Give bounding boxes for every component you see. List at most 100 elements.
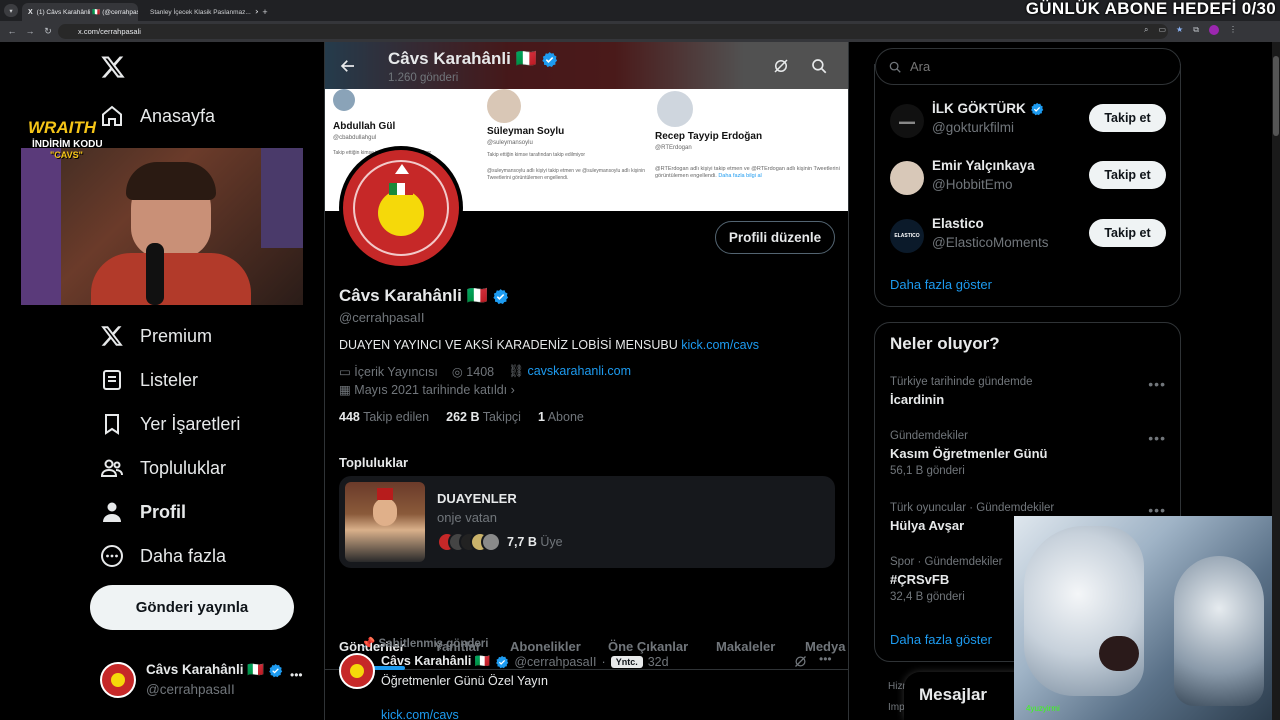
community-figure <box>373 498 397 526</box>
meta-joined[interactable]: ▦ Mayıs 2021 tarihinde katıldı › <box>339 382 515 397</box>
avatar[interactable] <box>339 653 375 689</box>
tab-highlights[interactable]: Öne Çıkanlar <box>608 639 688 654</box>
nav-item-bookmarks[interactable]: Yer İşaretleri <box>100 409 240 439</box>
browser-tab[interactable]: Stanley İçecek Klasik Paslanmaz... ✕ <box>140 3 258 21</box>
bio-link[interactable]: kick.com/cavs <box>681 338 759 352</box>
pikachu-icon <box>378 190 424 236</box>
trend-item[interactable]: Gündemdekiler Kasım Öğretmenler Günü 56,… <box>890 430 1170 477</box>
suggestion-name: İLK GÖKTÜRK <box>932 101 1044 116</box>
following-link[interactable]: 448 Takip edilen <box>339 410 429 424</box>
suggestion-name: Elastico <box>932 216 984 231</box>
pin-icon: 📌 <box>361 638 376 650</box>
nav-item-communities[interactable]: Topluluklar <box>100 453 226 483</box>
zoom-icon[interactable]: ⌕ <box>1144 25 1148 37</box>
avatar <box>333 89 355 111</box>
profile-icon <box>100 500 124 524</box>
post-header: Câvs Karahânli 🇮🇹 @cerrahpasaII · Yntc. … <box>381 654 669 669</box>
bookmark-icon <box>100 412 124 436</box>
extensions-icon[interactable]: ⧉ <box>1193 25 1199 37</box>
address-bar[interactable]: x.com/cerrahpasali <box>58 24 1168 39</box>
messages-title: Mesajlar <box>919 685 988 704</box>
location-icon: ◎ <box>451 365 463 379</box>
post-handle: @cerrahpasaII <box>514 654 597 669</box>
webcam-light <box>261 148 303 248</box>
lion-mouth <box>1099 636 1139 671</box>
browser-extensions: ⌕ ▭ ★ ⧉ ⋮ <box>1144 25 1274 37</box>
show-more-link[interactable]: Daha fazla göster <box>890 632 992 647</box>
calendar-icon: ▦ <box>339 383 351 397</box>
suggestion-handle: @ElasticoMoments <box>932 235 1049 250</box>
followers-link[interactable]: 262 B Takipçi <box>446 410 521 424</box>
banner-handle: @suleymansoylu <box>487 140 533 146</box>
webcam-light <box>21 148 61 305</box>
pikachu-icon <box>350 664 364 678</box>
star-icon[interactable]: ★ <box>1176 25 1183 37</box>
new-tab-button[interactable]: + <box>258 3 272 21</box>
profile-name: Câvs Karahânli 🇮🇹 <box>339 286 509 306</box>
browser-tab-active[interactable]: X (1) Câvs Karahânli 🇮🇹 (@cerrahpasaII) … <box>22 3 138 21</box>
post-author[interactable]: Câvs Karahânli 🇮🇹 <box>381 654 490 669</box>
nav-item-profile[interactable]: Profil <box>100 497 186 527</box>
trend-more-icon[interactable]: ••• <box>1148 376 1166 392</box>
follow-button[interactable]: Takip et <box>1089 219 1166 247</box>
trend-meta: Türk oyuncular · Gündemdekiler <box>890 502 1055 514</box>
profile-icon-browser[interactable] <box>1208 25 1219 35</box>
tab-articles[interactable]: Makaleler <box>716 639 775 654</box>
avatar <box>100 662 136 698</box>
tab-subscriptions[interactable]: Abonelikler <box>510 639 581 654</box>
grok-icon[interactable] <box>772 57 790 75</box>
cast-icon[interactable]: ▭ <box>1158 25 1166 37</box>
forward-icon[interactable]: → <box>24 25 36 37</box>
trend-item[interactable]: Türkiye tarihinde gündemde İcardinin <box>890 376 1170 407</box>
community-card[interactable]: DUAYENLER onje vatan 7,7 B Üye <box>339 476 835 568</box>
post-more-icon[interactable]: ••• <box>819 652 832 666</box>
x-logo-icon[interactable] <box>100 54 126 80</box>
grok-icon[interactable] <box>793 654 808 669</box>
overlay-image: 4yuzyirmi <box>1014 516 1280 720</box>
post-time[interactable]: 32d <box>648 655 669 669</box>
menu-icon[interactable]: ⋮ <box>1229 25 1237 37</box>
subscriptions-link[interactable]: 1 Abone <box>538 410 584 424</box>
back-icon[interactable]: ← <box>6 25 18 37</box>
banner-more-link: Daha fazla bilgi al <box>718 173 762 179</box>
header-post-count: 1.260 gönderi <box>388 72 459 84</box>
webcam-overlay <box>21 148 303 305</box>
follow-button[interactable]: Takip et <box>1089 161 1166 189</box>
nav-label: Yer İşaretleri <box>140 413 241 434</box>
scrollbar-thumb[interactable] <box>1273 56 1279 136</box>
microphone-icon <box>146 243 164 305</box>
communities-icon <box>100 456 124 480</box>
avatar <box>487 89 521 123</box>
trends-title: Neler oluyor? <box>890 334 1000 353</box>
banner-name: Abdullah Gül <box>333 121 396 132</box>
reload-icon[interactable]: ↻ <box>42 25 54 37</box>
edit-profile-button[interactable]: Profili düzenle <box>715 221 835 254</box>
tab-list-button[interactable]: ▾ <box>4 4 18 17</box>
trend-meta: Türkiye tarihinde gündemde <box>890 376 1033 388</box>
pikachu-icon <box>111 673 125 687</box>
meta-location: ◎ 1408 <box>451 365 495 379</box>
follow-button[interactable]: Takip et <box>1089 104 1166 132</box>
nav-item-premium[interactable]: Premium <box>100 321 212 351</box>
url-text: x.com/cerrahpasali <box>78 27 141 36</box>
nav-item-home[interactable]: Anasayfa <box>100 101 215 131</box>
avatar: ▬▬ <box>890 104 924 138</box>
avatar <box>655 89 695 129</box>
post-button[interactable]: Gönderi yayınla <box>90 585 294 630</box>
post-link[interactable]: kick.com/cavs <box>381 708 459 720</box>
tab-title: Stanley İçecek Klasik Paslanmaz... <box>150 8 251 16</box>
account-switcher[interactable]: Câvs Karahânli 🇮🇹 @cerrahpasaII ••• <box>100 660 320 700</box>
scrollbar[interactable] <box>1272 42 1280 720</box>
trend-more-icon[interactable]: ••• <box>1148 430 1166 446</box>
meta-website[interactable]: ⛓ cavskarahanli.com <box>508 364 631 379</box>
nav-item-lists[interactable]: Listeler <box>100 365 198 395</box>
back-arrow-icon[interactable] <box>339 57 357 75</box>
nav-item-more[interactable]: Daha fazla <box>100 541 226 571</box>
show-more-link[interactable]: Daha fazla göster <box>890 277 992 292</box>
avatar <box>481 532 501 552</box>
search-icon[interactable] <box>810 57 828 75</box>
profile-avatar[interactable] <box>339 146 463 270</box>
star-icon <box>395 164 409 174</box>
community-image <box>345 482 425 562</box>
account-more-icon[interactable]: ••• <box>290 668 303 682</box>
